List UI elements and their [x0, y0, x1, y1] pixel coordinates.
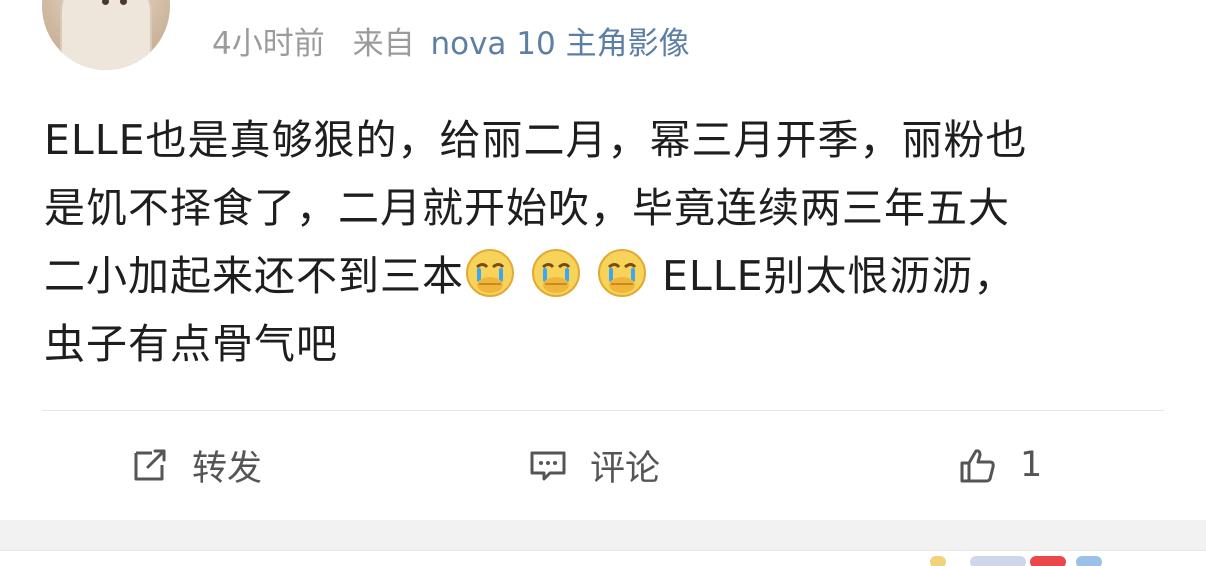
comment-label: 评论	[590, 448, 661, 489]
post-content-text: 二小加起来还不到三本	[44, 252, 464, 300]
post-source-device[interactable]: nova 10 主角影像	[430, 26, 689, 62]
comment-button[interactable]: 评论	[526, 430, 660, 500]
next-item-decoration	[1076, 556, 1102, 566]
crying-covering-mouth-emoji	[530, 247, 582, 299]
avatar-shirt	[60, 0, 152, 70]
repost-button[interactable]: 转发	[128, 430, 262, 500]
next-item-decoration	[1030, 556, 1066, 566]
feed-separator	[0, 520, 1206, 566]
next-item-decoration	[930, 556, 946, 566]
comment-icon	[530, 451, 566, 481]
like-count: 1	[1020, 445, 1043, 485]
post-time: 4小时前	[212, 26, 325, 62]
post-meta: 4小时前 来自 nova 10 主角影像	[212, 24, 690, 64]
crying-covering-mouth-emoji	[596, 247, 648, 299]
like-button[interactable]: 1	[956, 430, 1042, 500]
post-content-line: 是饥不择食了，二月就开始吹，毕竟连续两三年五大	[44, 184, 1010, 232]
divider	[42, 410, 1164, 411]
repost-label: 转发	[192, 448, 263, 489]
next-item-decoration	[970, 556, 1026, 566]
thumbs-up-icon	[960, 449, 995, 483]
weibo-post-card: 4小时前 来自 nova 10 主角影像 ELLE也是真够狠的，给丽二月，幂三月…	[0, 0, 1206, 520]
post-content-line: 虫子有点骨气吧	[44, 320, 338, 368]
avatar[interactable]	[42, 0, 170, 70]
share-icon	[134, 449, 166, 481]
post-action-bar: 转发 评论 1	[0, 430, 1206, 500]
post-content: ELLE也是真够狠的，给丽二月，幂三月开季，丽粉也 是饥不择食了，二月就开始吹，…	[44, 106, 1174, 378]
post-content-line-with-emoji: 二小加起来还不到三本 ELLE别太恨沥沥，	[44, 242, 1174, 310]
post-source-label: 来自	[352, 26, 415, 62]
post-content-text: ELLE别太恨沥沥，	[662, 252, 1016, 300]
post-content-line: ELLE也是真够狠的，给丽二月，幂三月开季，丽粉也	[44, 116, 1028, 164]
crying-covering-mouth-emoji	[464, 247, 516, 299]
